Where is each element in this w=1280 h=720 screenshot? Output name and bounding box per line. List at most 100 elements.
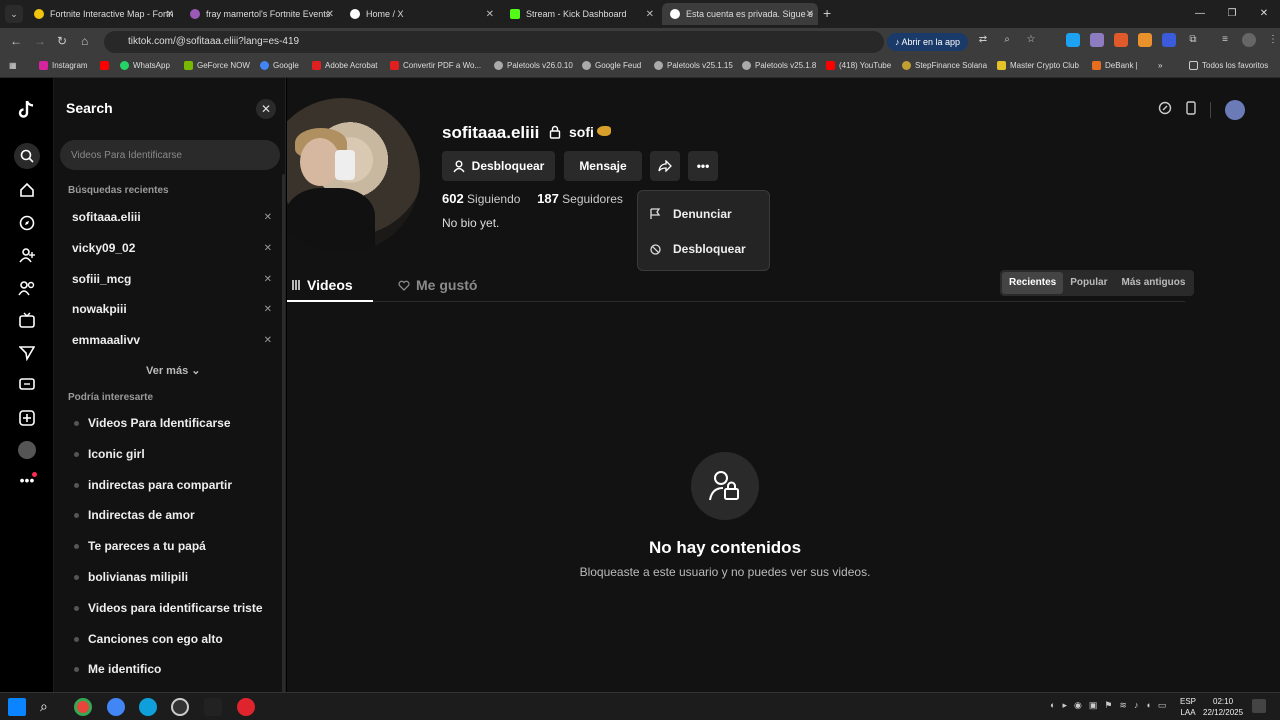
see-more-button[interactable]: Ver más ⌄: [146, 364, 200, 377]
bookmark-paletools[interactable]: Paletools v26.0.10: [494, 61, 573, 70]
report-menu-item[interactable]: Denunciar: [650, 207, 732, 221]
browser-tab-1[interactable]: Fortnite Interactive Map - Fortn ✕: [26, 3, 178, 25]
extensions-puzzle-icon[interactable]: ⧉: [1186, 33, 1200, 47]
bookmark-pdf[interactable]: Convertir PDF a Wo...: [390, 61, 481, 70]
messages-send-icon[interactable]: [17, 343, 37, 363]
browser-tab-5[interactable]: Esta cuenta es privada. Sigue e ✕: [662, 3, 818, 25]
bookmark-youtube[interactable]: [100, 61, 109, 70]
tray-app-icon[interactable]: ⚑: [1104, 700, 1112, 711]
device-app-icon[interactable]: [1186, 100, 1196, 120]
bookmark-google-feud[interactable]: Google Feud: [582, 61, 641, 70]
tiktok-logo-icon[interactable]: [17, 100, 37, 120]
search-input[interactable]: [60, 140, 280, 170]
close-icon[interactable]: ✕: [256, 99, 276, 119]
tab-search-button[interactable]: ⌄: [5, 5, 23, 23]
bookmark-debank[interactable]: DeBank |: [1092, 61, 1138, 70]
extension-icon[interactable]: [1090, 33, 1104, 47]
activity-inbox-icon[interactable]: [17, 375, 37, 395]
tray-app-icon[interactable]: ◉: [1074, 700, 1082, 711]
remove-icon[interactable]: ✕: [264, 243, 272, 254]
app-icon[interactable]: [171, 698, 189, 716]
sort-oldest[interactable]: Más antiguos: [1114, 272, 1192, 294]
sort-recent[interactable]: Recientes: [1002, 272, 1064, 294]
app-red-icon[interactable]: [237, 698, 255, 716]
close-tab-icon[interactable]: ✕: [646, 9, 654, 20]
close-tab-icon[interactable]: ✕: [326, 9, 334, 20]
more-options-button[interactable]: •••: [688, 151, 718, 181]
forward-icon[interactable]: →: [34, 34, 46, 48]
open-in-app-button[interactable]: ♪ Abrir en la app: [887, 33, 969, 51]
friends-icon[interactable]: [17, 278, 37, 298]
zoom-icon[interactable]: ⌕: [1000, 33, 1014, 47]
live-tv-icon[interactable]: [17, 310, 37, 330]
following-label[interactable]: Siguiendo: [467, 192, 520, 206]
remove-icon[interactable]: ✕: [264, 274, 272, 285]
panel-scrollbar[interactable]: [282, 174, 285, 694]
new-tab-button[interactable]: +: [823, 5, 831, 21]
explore-compass-icon[interactable]: [17, 213, 37, 233]
home-icon[interactable]: ⌂: [81, 34, 88, 48]
address-bar[interactable]: tiktok.com/@sofitaaa.eliii?lang=es-419: [104, 31, 884, 53]
share-icon[interactable]: [650, 151, 680, 181]
search-icon[interactable]: ⌕: [40, 698, 58, 716]
bookmark-geforce[interactable]: GeForce NOW: [184, 61, 250, 70]
recent-search-item[interactable]: sofitaaa.eliii ✕: [72, 208, 1280, 226]
mic-icon[interactable]: ♪: [1134, 700, 1139, 711]
language-indicator[interactable]: ESP LAA: [1180, 696, 1196, 718]
bookmark-star-icon[interactable]: ☆: [1024, 33, 1038, 47]
sort-popular[interactable]: Popular: [1063, 272, 1114, 294]
remove-icon[interactable]: ✕: [264, 304, 272, 315]
capcut-icon[interactable]: [204, 698, 222, 716]
menu-kebab-icon[interactable]: ⋮: [1266, 33, 1280, 47]
suggestion-item[interactable]: Videos para identificarse triste: [74, 601, 263, 615]
translate-icon[interactable]: ⇄: [976, 33, 990, 47]
unblock-menu-item[interactable]: Desbloquear: [650, 242, 746, 256]
user-avatar[interactable]: [1225, 100, 1245, 120]
suggestion-item[interactable]: Indirectas de amor: [74, 508, 195, 522]
volume-icon[interactable]: ◖: [1145, 700, 1150, 711]
remove-icon[interactable]: ✕: [264, 212, 272, 223]
suggestion-item[interactable]: Me identifico: [74, 662, 161, 676]
wifi-icon[interactable]: ≋: [1119, 700, 1127, 711]
profile-avatar-icon[interactable]: [1242, 33, 1256, 47]
tray-app-icon[interactable]: ▣: [1089, 700, 1098, 711]
recent-search-item[interactable]: emmaaalivv ✕: [72, 331, 1280, 349]
bookmark-whatsapp[interactable]: WhatsApp: [120, 61, 170, 70]
recent-search-item[interactable]: nowakpiii ✕: [72, 300, 1280, 318]
bookmark-instagram[interactable]: Instagram: [39, 61, 88, 70]
reading-list-icon[interactable]: ≡: [1218, 33, 1232, 47]
battery-icon[interactable]: ▭: [1158, 700, 1167, 711]
message-button[interactable]: Mensaje: [564, 151, 642, 181]
remove-icon[interactable]: ✕: [264, 335, 272, 346]
close-tab-icon[interactable]: ✕: [166, 9, 174, 20]
suggestion-item[interactable]: bolivianas milipili: [74, 570, 188, 584]
tray-app-icon[interactable]: ◐: [1050, 700, 1055, 711]
all-bookmarks-folder[interactable]: Todos los favoritos: [1189, 61, 1268, 70]
browser-tab-2[interactable]: fray mamertol's Fortnite Events ✕: [182, 3, 338, 25]
browser-tab-4[interactable]: Stream - Kick Dashboard ✕: [502, 3, 658, 25]
extension-icon[interactable]: [1066, 33, 1080, 47]
chrome-icon[interactable]: [74, 698, 92, 716]
suggestion-item[interactable]: indirectas para compartir: [74, 478, 232, 492]
home-icon[interactable]: [17, 180, 37, 200]
minimize-icon[interactable]: —: [1184, 0, 1216, 28]
extension-icon[interactable]: [1138, 33, 1152, 47]
bookmark-google[interactable]: Google: [260, 61, 299, 70]
bookmark-acrobat[interactable]: Adobe Acrobat: [312, 61, 377, 70]
bookmark-paletools[interactable]: Paletools v25.1.15: [654, 61, 733, 70]
following-icon[interactable]: [17, 245, 37, 265]
bookmark-stepfinance[interactable]: StepFinance Solana: [902, 61, 987, 70]
more-dots-icon[interactable]: •••: [17, 470, 37, 490]
maximize-icon[interactable]: ❐: [1216, 0, 1248, 28]
unblock-button[interactable]: Desbloquear: [442, 151, 555, 181]
chevron-more-icon[interactable]: »: [1158, 61, 1162, 70]
notifications-icon[interactable]: [1252, 699, 1266, 713]
browser-tab-3[interactable]: Home / X ✕: [342, 3, 498, 25]
close-tab-icon[interactable]: ✕: [486, 9, 494, 20]
bookmark-crypto-club[interactable]: Master Crypto Club: [997, 61, 1079, 70]
chrome-profile-icon[interactable]: [107, 698, 125, 716]
extension-icon[interactable]: [1114, 33, 1128, 47]
suggestion-item[interactable]: Te pareces a tu papá: [74, 539, 206, 553]
recent-search-item[interactable]: vicky09_02 ✕: [72, 239, 1280, 257]
back-icon[interactable]: ←: [10, 34, 22, 48]
